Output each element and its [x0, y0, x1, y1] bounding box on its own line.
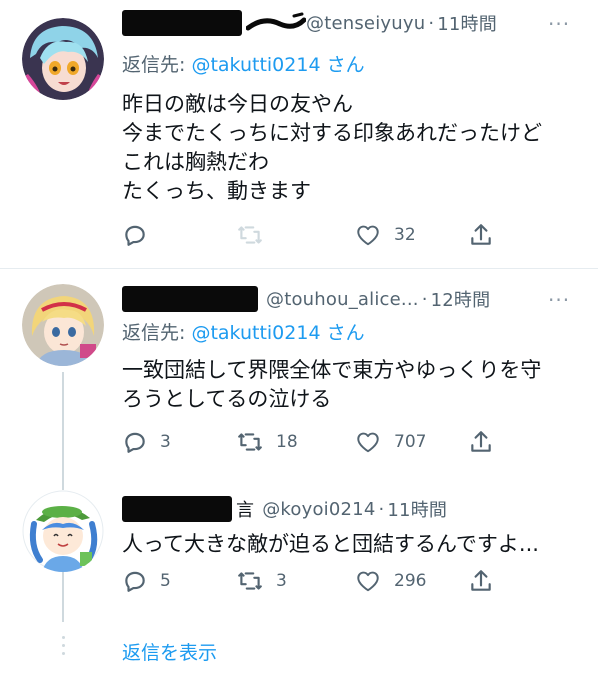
user-handle[interactable]: @tenseiyuyu — [306, 13, 425, 34]
redacted-display-name — [122, 286, 258, 312]
heart-icon — [357, 571, 379, 592]
like-button[interactable]: 32 — [354, 218, 416, 252]
retweet-icon-disabled — [238, 226, 262, 244]
reply-icon — [125, 571, 145, 592]
tweet-header: @tenseiyuyu · 11時間 — [122, 8, 497, 38]
retweet-icon — [238, 433, 262, 451]
reply-count: 5 — [160, 571, 171, 591]
redacted-display-name — [122, 496, 232, 522]
tweet-text-line: これは胸熱だわ — [122, 150, 269, 174]
reply-icon — [125, 225, 145, 246]
heart-icon — [357, 432, 379, 453]
tweet-actions: 5 3 296 — [0, 564, 598, 598]
timestamp[interactable]: 12時間 — [431, 286, 491, 312]
retweet-icon — [238, 572, 262, 590]
retweet-count: 3 — [276, 571, 287, 591]
show-replies-link[interactable]: 返信を表示 — [122, 638, 217, 665]
reply-to-handle-link[interactable]: @takutti0214 — [191, 322, 320, 344]
tweet-text: 一致団結して界隈全体で東方やゆっくりを守 ろうとしてるの泣ける — [122, 356, 541, 414]
reply-to-handle-link[interactable]: @takutti0214 — [191, 54, 320, 76]
reply-to-suffix: さん — [320, 322, 365, 344]
tweet-text-line: 今までたくっちに対する印象あれだったけど — [122, 121, 542, 145]
reply-count: 3 — [160, 432, 171, 452]
avatar[interactable] — [22, 18, 104, 100]
share-button[interactable] — [468, 218, 494, 252]
reply-button[interactable]: 5 — [122, 564, 171, 598]
share-icon — [471, 431, 491, 452]
reply-button[interactable] — [122, 218, 160, 252]
retweet-button[interactable]: 3 — [236, 564, 287, 598]
heart-icon — [357, 225, 379, 246]
user-handle[interactable]: @touhou_alice... — [266, 289, 419, 310]
tweet-header: 言 @koyoi0214 · 11時間 — [122, 494, 447, 524]
share-icon — [471, 224, 491, 245]
like-count: 32 — [394, 225, 416, 245]
tweet-actions: 32 — [0, 218, 598, 252]
reply-to-label: 返信先: — [122, 322, 192, 344]
avatar[interactable] — [22, 490, 104, 572]
tweet-text: 人って大きな敵が迫ると団結するんですよ... — [122, 530, 539, 559]
reply-to-line: 返信先: @takutti0214 さん — [122, 50, 365, 77]
retweet-button[interactable]: 18 — [236, 425, 298, 459]
like-count: 707 — [394, 432, 427, 452]
retweet-button[interactable] — [236, 218, 276, 252]
separator-dot: · — [428, 12, 435, 34]
more-options-button[interactable]: ··· — [548, 288, 570, 312]
brush-stroke-icon — [246, 12, 306, 31]
tweet-actions: 3 18 707 — [0, 425, 598, 459]
like-button[interactable]: 296 — [354, 564, 426, 598]
tweet-header: @touhou_alice... · 12時間 — [122, 284, 490, 314]
redacted-display-name — [122, 10, 242, 36]
separator-dot: · — [421, 288, 428, 310]
reply-button[interactable]: 3 — [122, 425, 171, 459]
separator-dot: · — [378, 498, 385, 520]
tweet-text-line: 人って大きな敵が迫ると団結するんですよ... — [122, 532, 539, 556]
tweet-divider — [0, 268, 598, 269]
tweet-text: 昨日の敵は今日の友やん 今までたくっちに対する印象あれだったけど これは胸熱だわ… — [122, 90, 542, 206]
display-name-fragment: 言 — [236, 500, 255, 521]
retweet-count: 18 — [276, 432, 298, 452]
avatar[interactable] — [22, 284, 104, 366]
tweet-text-line: ろうとしてるの泣ける — [122, 387, 332, 411]
user-handle[interactable]: @koyoi0214 — [262, 499, 375, 520]
share-icon — [471, 570, 491, 591]
reply-to-line: 返信先: @takutti0214 さん — [122, 318, 365, 345]
timestamp[interactable]: 11時間 — [387, 496, 447, 522]
tweet-text-line: 一致団結して界隈全体で東方やゆっくりを守 — [122, 358, 542, 382]
reply-icon — [125, 432, 145, 453]
tweet-text-line: たくっち、動きます — [122, 179, 311, 203]
like-count: 296 — [394, 571, 427, 591]
reply-to-label: 返信先: — [122, 54, 192, 76]
more-options-button[interactable]: ··· — [548, 12, 570, 36]
tweet-text-line: 昨日の敵は今日の友やん — [122, 92, 353, 116]
share-button[interactable] — [468, 425, 494, 459]
like-button[interactable]: 707 — [354, 425, 426, 459]
reply-to-suffix: さん — [320, 54, 365, 76]
timestamp[interactable]: 11時間 — [437, 10, 497, 36]
thread-continuation-dots — [62, 636, 65, 660]
share-button[interactable] — [468, 564, 494, 598]
